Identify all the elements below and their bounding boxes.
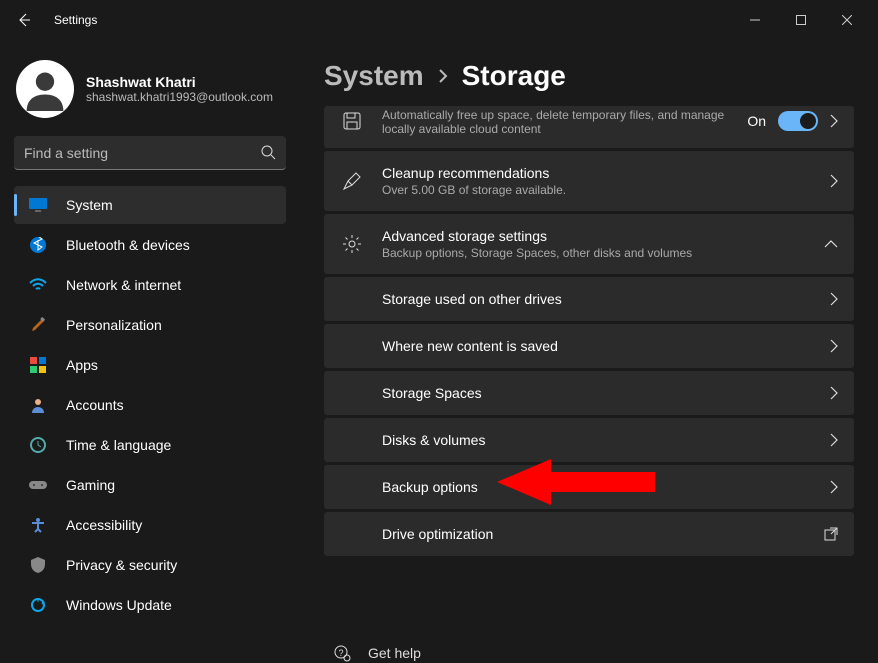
row-title: Storage Spaces	[382, 385, 818, 401]
avatar	[16, 60, 74, 118]
row-disks-volumes[interactable]: Disks & volumes	[324, 418, 854, 462]
sidebar-item-label: Privacy & security	[66, 557, 177, 573]
storage-sense-desc: Automatically free up space, delete temp…	[382, 108, 747, 136]
open-external-icon	[824, 527, 838, 541]
storage-sense-row[interactable]: Automatically free up space, delete temp…	[324, 106, 854, 148]
sidebar-item-label: Network & internet	[66, 277, 181, 293]
row-title: Drive optimization	[382, 526, 812, 542]
sidebar-item-personalization[interactable]: Personalization	[14, 306, 286, 344]
chevron-right-icon	[438, 68, 448, 84]
row-drive-optimization[interactable]: Drive optimization	[324, 512, 854, 556]
sidebar-item-label: Accessibility	[66, 517, 142, 533]
wifi-icon	[28, 278, 48, 292]
sidebar-item-accessibility[interactable]: Accessibility	[14, 506, 286, 544]
breadcrumb-current: Storage	[462, 60, 566, 92]
chevron-right-icon	[830, 480, 838, 494]
svg-text:?: ?	[338, 648, 343, 658]
help-icon: ?	[332, 643, 352, 663]
sidebar-item-accounts[interactable]: Accounts	[14, 386, 286, 424]
sidebar-item-label: System	[66, 197, 113, 213]
broom-icon	[340, 169, 364, 193]
chevron-right-icon	[830, 433, 838, 447]
cleanup-title: Cleanup recommendations	[382, 165, 818, 181]
arrow-left-icon	[16, 12, 32, 28]
sidebar-item-gaming[interactable]: Gaming	[14, 466, 286, 504]
row-title: Disks & volumes	[382, 432, 818, 448]
close-icon	[842, 15, 852, 25]
minimize-icon	[750, 15, 760, 25]
sidebar-item-system[interactable]: System	[14, 186, 286, 224]
user-name: Shashwat Khatri	[86, 74, 273, 90]
row-title: Where new content is saved	[382, 338, 818, 354]
toggle-label: On	[747, 113, 766, 129]
sidebar-item-label: Gaming	[66, 477, 115, 493]
apps-icon	[28, 357, 48, 373]
sidebar-item-privacy-security[interactable]: Privacy & security	[14, 546, 286, 584]
maximize-icon	[796, 15, 806, 25]
sidebar-item-label: Bluetooth & devices	[66, 237, 190, 253]
sidebar-item-label: Time & language	[66, 437, 171, 453]
get-help-row[interactable]: ? Get help	[324, 629, 854, 663]
clock-icon	[28, 437, 48, 453]
person-icon	[23, 67, 67, 111]
minimize-button[interactable]	[732, 5, 778, 35]
person-icon	[28, 397, 48, 413]
chevron-right-icon	[830, 174, 838, 188]
row-where-new-content-is-saved[interactable]: Where new content is saved	[324, 324, 854, 368]
breadcrumb: System Storage	[324, 60, 854, 92]
chevron-right-icon	[830, 114, 838, 128]
shield-icon	[28, 557, 48, 573]
gear-icon	[340, 232, 364, 256]
brush-icon	[28, 317, 48, 333]
chevron-right-icon	[830, 292, 838, 306]
breadcrumb-parent[interactable]: System	[324, 60, 424, 92]
update-icon	[28, 597, 48, 613]
sidebar-item-windows-update[interactable]: Windows Update	[14, 586, 286, 624]
advanced-title: Advanced storage settings	[382, 228, 812, 244]
row-title: Storage used on other drives	[382, 291, 818, 307]
gamepad-icon	[28, 479, 48, 491]
user-email: shashwat.khatri1993@outlook.com	[86, 90, 273, 104]
get-help-label: Get help	[368, 645, 421, 661]
row-backup-options[interactable]: Backup options	[324, 465, 854, 509]
search-input[interactable]	[14, 136, 286, 170]
sidebar-item-apps[interactable]: Apps	[14, 346, 286, 384]
advanced-desc: Backup options, Storage Spaces, other di…	[382, 246, 812, 260]
sidebar-item-bluetooth-devices[interactable]: Bluetooth & devices	[14, 226, 286, 264]
nav-list: System Bluetooth & devices Network & inter…	[14, 186, 286, 624]
sidebar-item-time-language[interactable]: Time & language	[14, 426, 286, 464]
sidebar-item-label: Personalization	[66, 317, 162, 333]
sidebar-item-label: Windows Update	[66, 597, 172, 613]
profile-block[interactable]: Shashwat Khatri shashwat.khatri1993@outl…	[16, 60, 286, 118]
monitor-icon	[28, 198, 48, 212]
maximize-button[interactable]	[778, 5, 824, 35]
bluetooth-icon	[28, 237, 48, 253]
chevron-right-icon	[830, 386, 838, 400]
sidebar-item-label: Accounts	[66, 397, 124, 413]
close-button[interactable]	[824, 5, 870, 35]
advanced-row[interactable]: Advanced storage settings Backup options…	[324, 214, 854, 274]
accessibility-icon	[28, 517, 48, 533]
save-icon	[340, 109, 364, 133]
chevron-up-icon	[824, 240, 838, 248]
sidebar-item-network-internet[interactable]: Network & internet	[14, 266, 286, 304]
search-box	[14, 136, 286, 170]
search-icon	[260, 144, 276, 160]
row-storage-spaces[interactable]: Storage Spaces	[324, 371, 854, 415]
sidebar-item-label: Apps	[66, 357, 98, 373]
sidebar: Shashwat Khatri shashwat.khatri1993@outl…	[0, 40, 300, 663]
row-storage-used-on-other-drives[interactable]: Storage used on other drives	[324, 277, 854, 321]
main-content: System Storage Automatically free up spa…	[300, 40, 878, 663]
row-title: Backup options	[382, 479, 818, 495]
cleanup-row[interactable]: Cleanup recommendations Over 5.00 GB of …	[324, 151, 854, 211]
chevron-right-icon	[830, 339, 838, 353]
back-button[interactable]	[8, 4, 40, 36]
window-title: Settings	[54, 13, 97, 27]
storage-sense-toggle[interactable]	[778, 111, 818, 131]
cleanup-desc: Over 5.00 GB of storage available.	[382, 183, 818, 197]
